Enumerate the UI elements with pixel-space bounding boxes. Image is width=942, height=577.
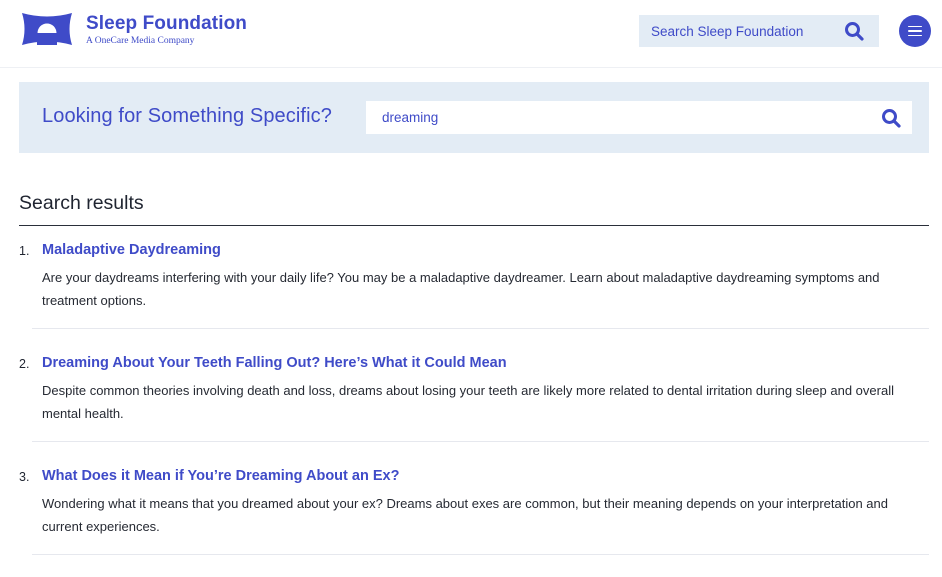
results-divider (19, 225, 929, 226)
logo-title: Sleep Foundation (86, 13, 247, 34)
result-number: 1. (19, 244, 30, 258)
search-panel-title: Looking for Something Specific? (42, 105, 332, 127)
logo-subtitle: A OneCare Media Company (86, 36, 195, 46)
result-description: Are your daydreams interfering with your… (42, 270, 880, 308)
menu-icon (908, 25, 922, 28)
result-description: Despite common theories involving death … (42, 383, 894, 421)
header-search-bar[interactable]: Search Sleep Foundation (639, 15, 879, 47)
search-icon[interactable] (880, 107, 902, 129)
search-icon[interactable] (843, 20, 865, 42)
result-link[interactable]: Maladaptive Daydreaming (42, 242, 221, 258)
site-header: Sleep Foundation A OneCare Media Company… (0, 0, 942, 68)
result-description: Wondering what it means that you dreamed… (42, 496, 888, 534)
search-box[interactable] (366, 101, 912, 134)
pillow-logo-icon (22, 13, 72, 45)
header-search-input[interactable]: Search Sleep Foundation (639, 24, 843, 39)
result-number: 3. (19, 470, 30, 484)
results-heading: Search results (19, 192, 144, 214)
search-input[interactable] (366, 101, 880, 134)
result-divider (32, 328, 929, 329)
result-divider (32, 554, 929, 555)
menu-button[interactable] (899, 15, 931, 47)
result-number: 2. (19, 357, 30, 371)
result-link[interactable]: What Does it Mean if You’re Dreaming Abo… (42, 468, 399, 484)
result-link[interactable]: Dreaming About Your Teeth Falling Out? H… (42, 355, 507, 371)
site-logo[interactable]: Sleep Foundation A OneCare Media Company (18, 11, 247, 47)
search-panel: Looking for Something Specific? (19, 82, 929, 153)
result-divider (32, 441, 929, 442)
